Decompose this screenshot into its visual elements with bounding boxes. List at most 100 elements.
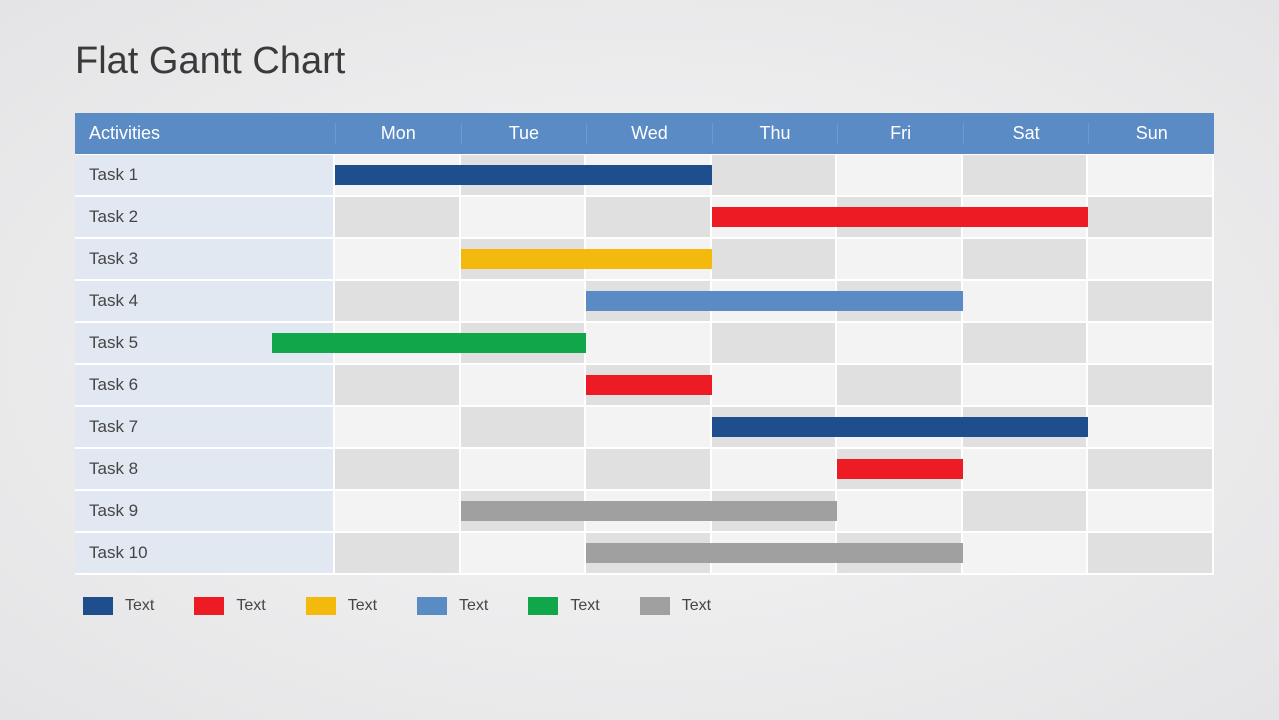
day-cell	[335, 281, 461, 321]
gantt-bar	[461, 501, 838, 521]
legend-item: Text	[194, 597, 265, 615]
legend-swatch	[306, 597, 336, 615]
day-cell	[963, 449, 1089, 489]
day-cells	[335, 449, 1214, 489]
day-cells	[335, 407, 1214, 447]
day-cell	[963, 491, 1089, 531]
legend-label: Text	[125, 597, 154, 615]
day-cell	[712, 155, 838, 195]
task-label: Task 7	[75, 407, 335, 447]
gantt-bar	[272, 333, 586, 353]
day-cell	[1088, 407, 1214, 447]
day-cell	[1088, 449, 1214, 489]
task-label: Task 10	[75, 533, 335, 573]
day-cell	[712, 365, 838, 405]
day-cells	[335, 491, 1214, 531]
legend-item: Text	[417, 597, 488, 615]
header-day-thu: Thu	[712, 123, 838, 144]
day-cell	[335, 239, 461, 279]
day-cell	[461, 197, 587, 237]
header-day-sun: Sun	[1088, 123, 1214, 144]
legend-item: Text	[83, 597, 154, 615]
day-cell	[1088, 155, 1214, 195]
task-label: Task 3	[75, 239, 335, 279]
legend-swatch	[194, 597, 224, 615]
gantt-row: Task 8	[75, 449, 1214, 491]
page-title: Flat Gantt Chart	[75, 40, 1214, 83]
legend-item: Text	[528, 597, 599, 615]
day-cell	[461, 449, 587, 489]
day-cell	[461, 281, 587, 321]
day-cell	[712, 323, 838, 363]
gantt-chart: Activities Mon Tue Wed Thu Fri Sat Sun T…	[75, 113, 1214, 575]
day-cell	[461, 365, 587, 405]
day-cells	[335, 323, 1214, 363]
header-activities: Activities	[75, 123, 335, 144]
legend-swatch	[528, 597, 558, 615]
legend-swatch	[640, 597, 670, 615]
day-cell	[335, 407, 461, 447]
gantt-bar	[586, 291, 963, 311]
day-cell	[586, 449, 712, 489]
gantt-row: Task 9	[75, 491, 1214, 533]
day-cell	[1088, 533, 1214, 573]
day-cell	[1088, 491, 1214, 531]
task-label: Task 8	[75, 449, 335, 489]
day-cell	[335, 533, 461, 573]
day-cell	[1088, 239, 1214, 279]
day-cell	[1088, 365, 1214, 405]
task-label: Task 4	[75, 281, 335, 321]
day-cell	[712, 449, 838, 489]
gantt-row: Task 2	[75, 197, 1214, 239]
day-cell	[712, 239, 838, 279]
gantt-body: Task 1Task 2Task 3Task 4Task 5Task 6Task…	[75, 155, 1214, 575]
day-cell	[963, 281, 1089, 321]
header-day-sat: Sat	[963, 123, 1089, 144]
gantt-bar	[461, 249, 712, 269]
day-cell	[335, 197, 461, 237]
gantt-header: Activities Mon Tue Wed Thu Fri Sat Sun	[75, 113, 1214, 155]
header-day-mon: Mon	[335, 123, 461, 144]
legend: TextTextTextTextTextText	[75, 597, 1214, 615]
day-cell	[461, 533, 587, 573]
gantt-row: Task 4	[75, 281, 1214, 323]
day-cell	[837, 323, 963, 363]
legend-swatch	[83, 597, 113, 615]
gantt-row: Task 7	[75, 407, 1214, 449]
gantt-bar	[335, 165, 712, 185]
day-cell	[335, 491, 461, 531]
legend-item: Text	[306, 597, 377, 615]
gantt-bar	[712, 207, 1089, 227]
day-cell	[1088, 197, 1214, 237]
header-day-wed: Wed	[586, 123, 712, 144]
legend-label: Text	[459, 597, 488, 615]
day-cells	[335, 197, 1214, 237]
day-cell	[1088, 323, 1214, 363]
day-cells	[335, 281, 1214, 321]
day-cell	[586, 323, 712, 363]
legend-label: Text	[236, 597, 265, 615]
day-cell	[963, 365, 1089, 405]
legend-label: Text	[570, 597, 599, 615]
day-cell	[461, 407, 587, 447]
gantt-row: Task 3	[75, 239, 1214, 281]
day-cell	[963, 533, 1089, 573]
legend-swatch	[417, 597, 447, 615]
day-cell	[1088, 281, 1214, 321]
day-cell	[586, 407, 712, 447]
day-cell	[586, 197, 712, 237]
day-cell	[837, 239, 963, 279]
task-label: Task 2	[75, 197, 335, 237]
day-cell	[837, 491, 963, 531]
gantt-bar	[837, 459, 963, 479]
task-label: Task 9	[75, 491, 335, 531]
task-label: Task 1	[75, 155, 335, 195]
task-label: Task 6	[75, 365, 335, 405]
day-cells	[335, 365, 1214, 405]
day-cells	[335, 239, 1214, 279]
gantt-bar	[586, 543, 963, 563]
gantt-bar	[586, 375, 712, 395]
day-cell	[837, 155, 963, 195]
day-cell	[335, 365, 461, 405]
gantt-row: Task 5	[75, 323, 1214, 365]
